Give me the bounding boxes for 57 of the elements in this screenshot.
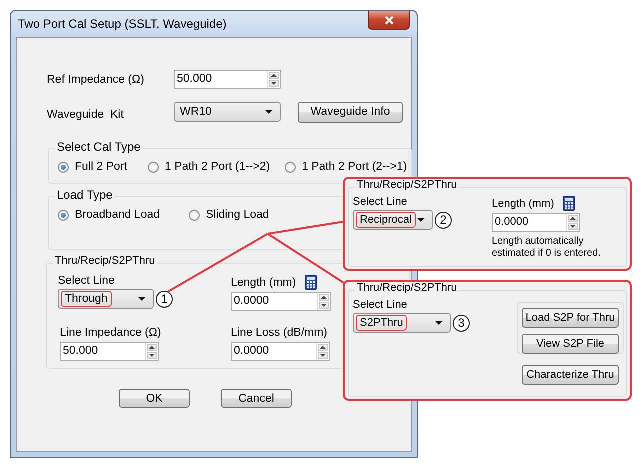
field-label: Select Line bbox=[353, 299, 408, 311]
number-field[interactable]: 50.000 bbox=[60, 342, 159, 361]
radio-button[interactable] bbox=[58, 162, 69, 172]
calculator-icon[interactable] bbox=[305, 275, 318, 290]
radio-button[interactable] bbox=[189, 210, 200, 220]
field-label: Line Impedance (Ω) bbox=[60, 326, 162, 338]
group-title: Thru/Recip/S2PThru bbox=[355, 179, 460, 191]
radio-label: Sliding Load bbox=[206, 209, 270, 221]
characterize-thru-button[interactable]: Characterize Thru bbox=[522, 365, 619, 385]
caret-icon bbox=[435, 321, 443, 325]
number-field[interactable]: 0.0000 bbox=[492, 213, 580, 232]
caret-icon bbox=[265, 110, 273, 114]
radio-button[interactable] bbox=[285, 162, 296, 172]
cancel-button[interactable]: Cancel bbox=[221, 389, 292, 408]
number-field[interactable]: 0.0000 bbox=[231, 292, 331, 311]
field-label: Select Line bbox=[58, 275, 116, 287]
field-label: Line Loss (dB/mm) bbox=[231, 326, 328, 338]
close-icon bbox=[384, 16, 394, 24]
calculator-icon[interactable] bbox=[563, 196, 576, 211]
callout-number: 2 bbox=[435, 212, 452, 228]
caret-icon bbox=[138, 297, 146, 301]
group-title: Thru/Recip/S2PThru bbox=[53, 255, 158, 267]
field-label: Select Line bbox=[353, 196, 408, 208]
number-field[interactable]: 0.0000 bbox=[231, 342, 330, 361]
group-title: Thru/Recip/S2PThru bbox=[355, 282, 460, 294]
window-title: Two Port Cal Setup (SSLT, Waveguide) bbox=[18, 17, 227, 31]
radio-label: 1 Path 2 Port (1-->2) bbox=[165, 161, 270, 173]
radio-button[interactable] bbox=[148, 162, 159, 172]
radio-label: 1 Path 2 Port (2-->1) bbox=[302, 161, 408, 173]
field-label: Length (mm) bbox=[492, 198, 554, 210]
close-button[interactable] bbox=[368, 11, 410, 30]
group-title: Select Cal Type bbox=[55, 140, 143, 154]
view-s2p-button[interactable]: View S2P File bbox=[522, 334, 619, 354]
field-label: Length (mm) bbox=[231, 276, 296, 288]
hint-text: Length automatically estimated if 0 is entered. bbox=[492, 236, 602, 260]
spin-buttons[interactable] bbox=[317, 293, 330, 310]
callout-number: 1 bbox=[156, 290, 173, 308]
spin-buttons[interactable] bbox=[316, 343, 329, 360]
dropdown[interactable]: Through bbox=[58, 289, 154, 309]
caret-icon bbox=[417, 218, 425, 222]
ok-button[interactable]: OK bbox=[119, 389, 190, 408]
radio-label: Broadband Load bbox=[75, 209, 160, 221]
load-s2p-button[interactable]: Load S2P for Thru bbox=[522, 308, 619, 328]
waveguide-info-button[interactable]: Waveguide Info bbox=[298, 102, 403, 122]
spin-buttons[interactable] bbox=[566, 214, 579, 231]
radio-button[interactable] bbox=[58, 210, 69, 220]
spin-buttons[interactable] bbox=[145, 343, 158, 360]
spin-buttons[interactable] bbox=[267, 71, 280, 88]
number-field[interactable]: 50.000 bbox=[174, 70, 281, 89]
radio-label: Full 2 Port bbox=[75, 161, 128, 173]
callout-number: 3 bbox=[453, 314, 470, 332]
group-title: Load Type bbox=[55, 188, 115, 202]
field-label: Waveguide Kit bbox=[47, 109, 125, 121]
dropdown[interactable]: Reciprocal bbox=[353, 210, 433, 230]
dropdown[interactable]: WR10 bbox=[174, 102, 281, 122]
dropdown[interactable]: S2PThru bbox=[353, 313, 451, 333]
field-label: Ref Impedance (Ω) bbox=[47, 74, 146, 86]
